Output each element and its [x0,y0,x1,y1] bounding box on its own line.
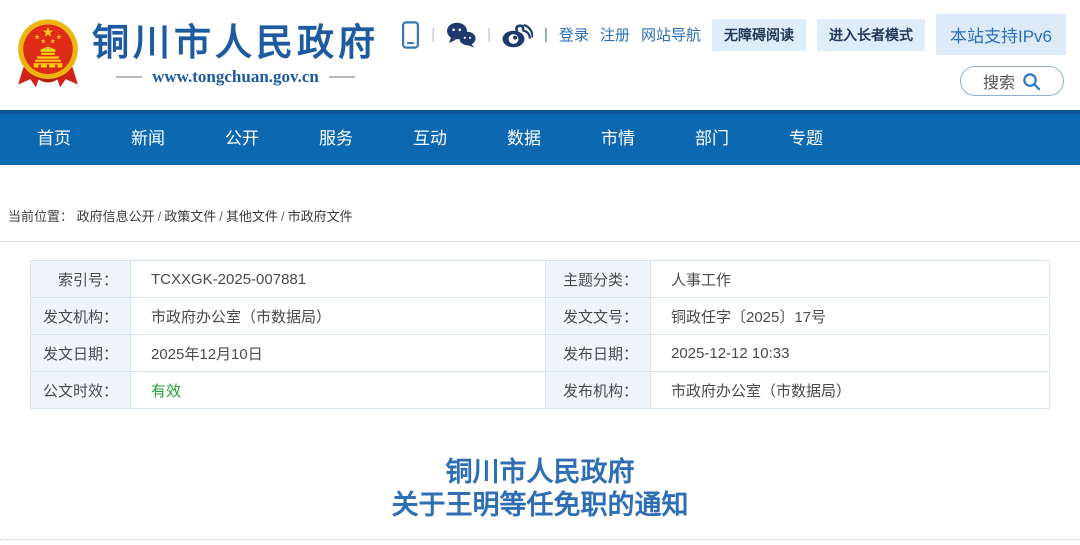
breadcrumb-separator: / [216,209,226,224]
separator: | [544,26,548,43]
document-title-line1: 铜川市人民政府 [0,456,1080,489]
breadcrumb-link[interactable]: 政策文件 [164,209,216,224]
ipv6-badge[interactable]: 本站支持IPv6 [936,14,1066,55]
doc-info-value: 市政府办公室（市数据局） [131,298,546,335]
page: 铜川市人民政府 www.tongchuan.gov.cn | [0,0,1080,540]
site-url-row: www.tongchuan.gov.cn [92,67,379,87]
utility-row: | | [401,14,1066,55]
register-link[interactable]: 注册 [600,24,630,45]
doc-info-label: 公文时效： [31,372,131,409]
separator: | [431,26,435,43]
doc-info-label: 发布日期： [546,335,651,372]
bottom-divider [0,539,1080,540]
doc-info-value: 市政府办公室（市数据局） [651,372,1050,409]
header-utilities: | | [401,14,1066,96]
nav-item-3[interactable]: 公开 [195,114,289,165]
login-link[interactable]: 登录 [559,24,589,45]
site-name: 铜川市人民政府 [92,23,379,66]
nav-item-9[interactable]: 专题 [759,114,853,165]
nav-item-1[interactable]: 首页 [7,114,101,165]
doc-info-value: 2025-12-12 10:33 [651,335,1050,372]
weibo-icon[interactable] [502,21,533,48]
site-title-block: 铜川市人民政府 www.tongchuan.gov.cn [92,23,379,88]
document-title: 铜川市人民政府 关于王明等任免职的通知 [0,456,1080,522]
elder-mode-button[interactable]: 进入长者模式 [817,19,925,51]
separator: | [487,26,491,43]
doc-info-label: 索引号： [31,261,131,298]
nav-item-2[interactable]: 新闻 [101,114,195,165]
accessibility-button[interactable]: 无障碍阅读 [712,19,806,51]
url-dash-left [116,76,142,78]
doc-info-table: 索引号：TCXXGK-2025-007881主题分类：人事工作发文机构：市政府办… [30,260,1050,409]
doc-info-value: 人事工作 [651,261,1050,298]
doc-info-value: 铜政任字〔2025〕17号 [651,298,1050,335]
doc-info-value: 有效 [131,372,546,409]
search-button[interactable]: 搜索 [960,66,1064,96]
nav-item-8[interactable]: 部门 [665,114,759,165]
breadcrumb-link[interactable]: 政府信息公开 [77,209,155,224]
wechat-icon[interactable] [446,21,476,48]
nav-item-7[interactable]: 市情 [571,114,665,165]
site-header: 铜川市人民政府 www.tongchuan.gov.cn | [0,0,1080,110]
nav-item-6[interactable]: 数据 [477,114,571,165]
document-title-line2: 关于王明等任免职的通知 [0,489,1080,522]
doc-info-label: 发文文号： [546,298,651,335]
breadcrumb-separator: / [278,209,288,224]
main-nav: 首页新闻公开服务互动数据市情部门专题 [0,110,1080,165]
breadcrumb-link[interactable]: 市政府文件 [288,209,353,224]
doc-info-value: TCXXGK-2025-007881 [131,261,546,298]
search-button-label: 搜索 [983,69,1015,93]
site-logo[interactable]: 铜川市人民政府 www.tongchuan.gov.cn [14,16,379,94]
site-nav-link[interactable]: 网站导航 [641,24,701,45]
national-emblem-icon [14,18,82,94]
breadcrumb-link[interactable]: 其他文件 [226,209,278,224]
mobile-icon[interactable] [401,20,420,50]
doc-info-label: 发布机构： [546,372,651,409]
doc-info-label: 主题分类： [546,261,651,298]
doc-info-value: 2025年12月10日 [131,335,546,372]
nav-item-4[interactable]: 服务 [289,114,383,165]
url-dash-right [329,76,355,78]
nav-item-5[interactable]: 互动 [383,114,477,165]
breadcrumb-prefix: 当前位置： [8,209,73,224]
doc-info-label: 发文日期： [31,335,131,372]
breadcrumb-separator: / [155,209,165,224]
site-url: www.tongchuan.gov.cn [152,67,319,87]
search-icon [1022,72,1041,91]
breadcrumb-path: 政府信息公开/政策文件/其他文件/市政府文件 [77,209,353,224]
doc-info-label: 发文机构： [31,298,131,335]
breadcrumb: 当前位置： 政府信息公开/政策文件/其他文件/市政府文件 [0,165,1080,242]
